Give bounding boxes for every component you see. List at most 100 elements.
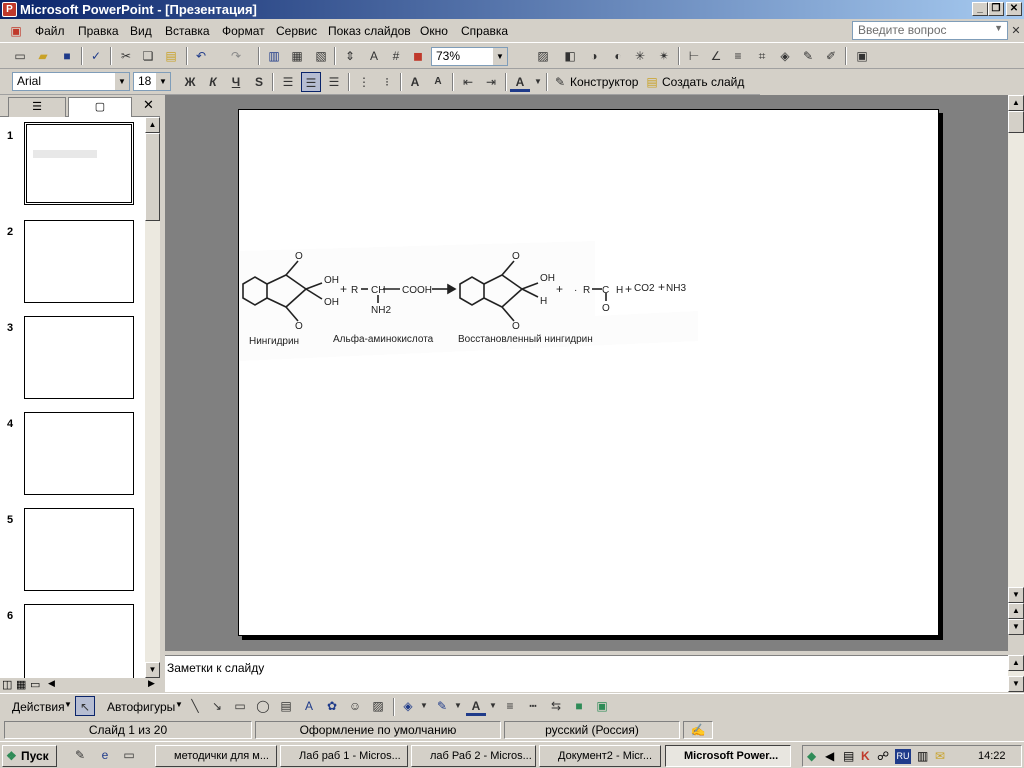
notes-pane[interactable]: Заметки к слайду <box>165 655 1008 692</box>
tab-slides[interactable]: ▢ <box>68 97 132 117</box>
font-color-icon[interactable]: A <box>510 72 530 92</box>
sorter-view-icon[interactable]: ▦ <box>16 678 26 691</box>
menu-tools[interactable]: Сервис <box>276 24 317 38</box>
angle-icon[interactable]: ∠ <box>706 46 726 66</box>
bold-icon[interactable]: Ж <box>180 72 200 92</box>
vertical-scrollbar[interactable]: ▲ ▼ ▲ ▼ <box>1008 95 1024 635</box>
shape1-icon[interactable]: ◑ <box>584 46 604 66</box>
tray-app-icon[interactable]: ◆ <box>807 749 816 763</box>
line-style-icon[interactable]: ≡ <box>500 696 520 716</box>
wordart-icon[interactable]: A <box>299 696 319 716</box>
slideshow-view-icon[interactable]: ▭ <box>30 678 40 691</box>
help-icon[interactable]: ▣ <box>852 46 872 66</box>
task-word-3[interactable]: Документ2 - Micr... <box>539 745 661 767</box>
bullets-icon[interactable]: ⁝ <box>377 72 397 92</box>
slide-thumbnail[interactable] <box>24 508 134 591</box>
scroll-right-icon[interactable]: ▶ <box>148 678 155 689</box>
slide-thumbnail[interactable] <box>24 604 134 678</box>
menu-help[interactable]: Справка <box>461 24 508 38</box>
menu-file[interactable]: Файл <box>35 24 65 38</box>
restore-button[interactable]: ❐ <box>988 2 1004 16</box>
line-icon[interactable]: ╲ <box>185 696 205 716</box>
scroll-down-icon[interactable]: ▼ <box>1008 676 1024 692</box>
chevron-down-icon[interactable]: ▼ <box>115 73 129 90</box>
copy-icon[interactable]: ❏ <box>138 46 158 66</box>
close-doc-icon[interactable]: ✕ <box>1006 21 1024 41</box>
scroll-up-icon[interactable]: ▲ <box>145 117 160 133</box>
menu-edit[interactable]: Правка <box>78 24 119 38</box>
rectangle-icon[interactable]: ▭ <box>230 696 250 716</box>
network-icon[interactable]: ☍ <box>877 749 889 763</box>
increase-font-icon[interactable]: A <box>405 72 425 92</box>
brush-icon[interactable]: ✎ <box>798 46 818 66</box>
shape2-icon[interactable]: ◐ <box>608 46 628 66</box>
chevron-down-icon[interactable]: ▼ <box>175 700 183 709</box>
ask-question-input[interactable]: Введите вопрос ▼ <box>852 21 1008 40</box>
scroll-up-icon[interactable]: ▲ <box>1008 95 1024 111</box>
spelling-icon[interactable]: ✓ <box>86 46 106 66</box>
scroll-thumb[interactable] <box>1008 111 1024 133</box>
lines-icon[interactable]: ≡ <box>728 46 748 66</box>
redo-icon[interactable]: ↷ <box>226 46 246 66</box>
undo-icon[interactable]: ↶ <box>191 46 211 66</box>
increase-indent-icon[interactable]: ⇥ <box>481 72 501 92</box>
color-grayscale-icon[interactable]: ◼ <box>408 46 428 66</box>
spark-icon[interactable]: ✳ <box>630 46 650 66</box>
scroll-thumb[interactable] <box>145 133 160 221</box>
arrow-icon[interactable]: ↘ <box>207 696 227 716</box>
clipart-icon[interactable]: ☺ <box>345 696 365 716</box>
slides-scrollbar[interactable]: ▲ ▼ <box>145 117 160 678</box>
zoom-select[interactable]: 73% ▼ <box>431 47 508 66</box>
printer-icon[interactable]: ▤ <box>843 749 854 763</box>
crop-icon[interactable]: ⌗ <box>752 46 772 66</box>
numbering-icon[interactable]: ⋮ <box>354 72 374 92</box>
align-left-icon[interactable]: ☰ <box>278 72 298 92</box>
close-icon[interactable]: ✕ <box>143 97 154 113</box>
quicklaunch-icon[interactable]: ✎ <box>70 745 90 765</box>
underline-icon[interactable]: Ч <box>226 72 246 92</box>
formatting-icon[interactable]: A <box>364 46 384 66</box>
chart-icon[interactable]: ▥ <box>264 46 284 66</box>
arrow-style-icon[interactable]: ⇆ <box>546 696 566 716</box>
decrease-indent-icon[interactable]: ⇤ <box>458 72 478 92</box>
language-indicator[interactable]: RU <box>895 749 911 764</box>
menu-insert[interactable]: Вставка <box>165 24 210 38</box>
task-powerpoint[interactable]: Microsoft Power... <box>665 745 791 767</box>
designer-icon[interactable]: ✎ <box>550 72 570 92</box>
chevron-down-icon[interactable]: ▼ <box>994 23 1003 33</box>
close-button[interactable]: ✕ <box>1006 2 1022 16</box>
document-icon[interactable]: ▣ <box>6 21 26 41</box>
volume-icon[interactable]: ◀ <box>825 749 834 763</box>
grid-icon[interactable]: # <box>386 46 406 66</box>
pen-icon[interactable]: ✐ <box>821 46 841 66</box>
save-icon[interactable]: ■ <box>57 46 77 66</box>
insert-picture-icon[interactable]: ▨ <box>368 696 388 716</box>
tab-outline[interactable]: ☰ <box>8 97 66 117</box>
new-slide-button[interactable]: Создать слайд <box>662 75 744 89</box>
chevron-down-icon[interactable]: ▼ <box>448 696 468 716</box>
powerpoint-icon[interactable]: P <box>2 2 17 17</box>
desktop-icon[interactable]: ▭ <box>119 745 139 765</box>
chevron-down-icon[interactable]: ▼ <box>528 72 548 92</box>
3d-style-icon[interactable]: ▣ <box>592 696 612 716</box>
slide-thumbnail[interactable] <box>24 220 134 303</box>
minimize-button[interactable]: _ <box>972 2 988 16</box>
font-select[interactable]: Arial ▼ <box>12 72 130 91</box>
layout-icon[interactable]: ◧ <box>560 46 580 66</box>
slide-canvas[interactable] <box>238 109 939 636</box>
slide-thumbnail[interactable] <box>24 122 134 205</box>
new-icon[interactable]: ▭ <box>10 46 30 66</box>
scroll-down-icon[interactable]: ▼ <box>1008 587 1024 603</box>
antivirus-icon[interactable]: K <box>861 749 870 763</box>
dash-style-icon[interactable]: ┅ <box>523 696 543 716</box>
new-slide-icon[interactable]: ▤ <box>642 72 662 92</box>
menu-format[interactable]: Формат <box>222 24 265 38</box>
tray-icon-2[interactable]: ▥ <box>917 749 928 763</box>
expand-icon[interactable]: ⇕ <box>340 46 360 66</box>
align-right-icon[interactable]: ☰ <box>324 72 344 92</box>
ie-icon[interactable]: e <box>95 745 115 765</box>
diagram-icon[interactable]: ✿ <box>322 696 342 716</box>
chevron-down-icon[interactable]: ▼ <box>493 48 507 65</box>
slide-thumbnail[interactable] <box>24 412 134 495</box>
next-slide-icon[interactable]: ▼ <box>1008 619 1024 635</box>
